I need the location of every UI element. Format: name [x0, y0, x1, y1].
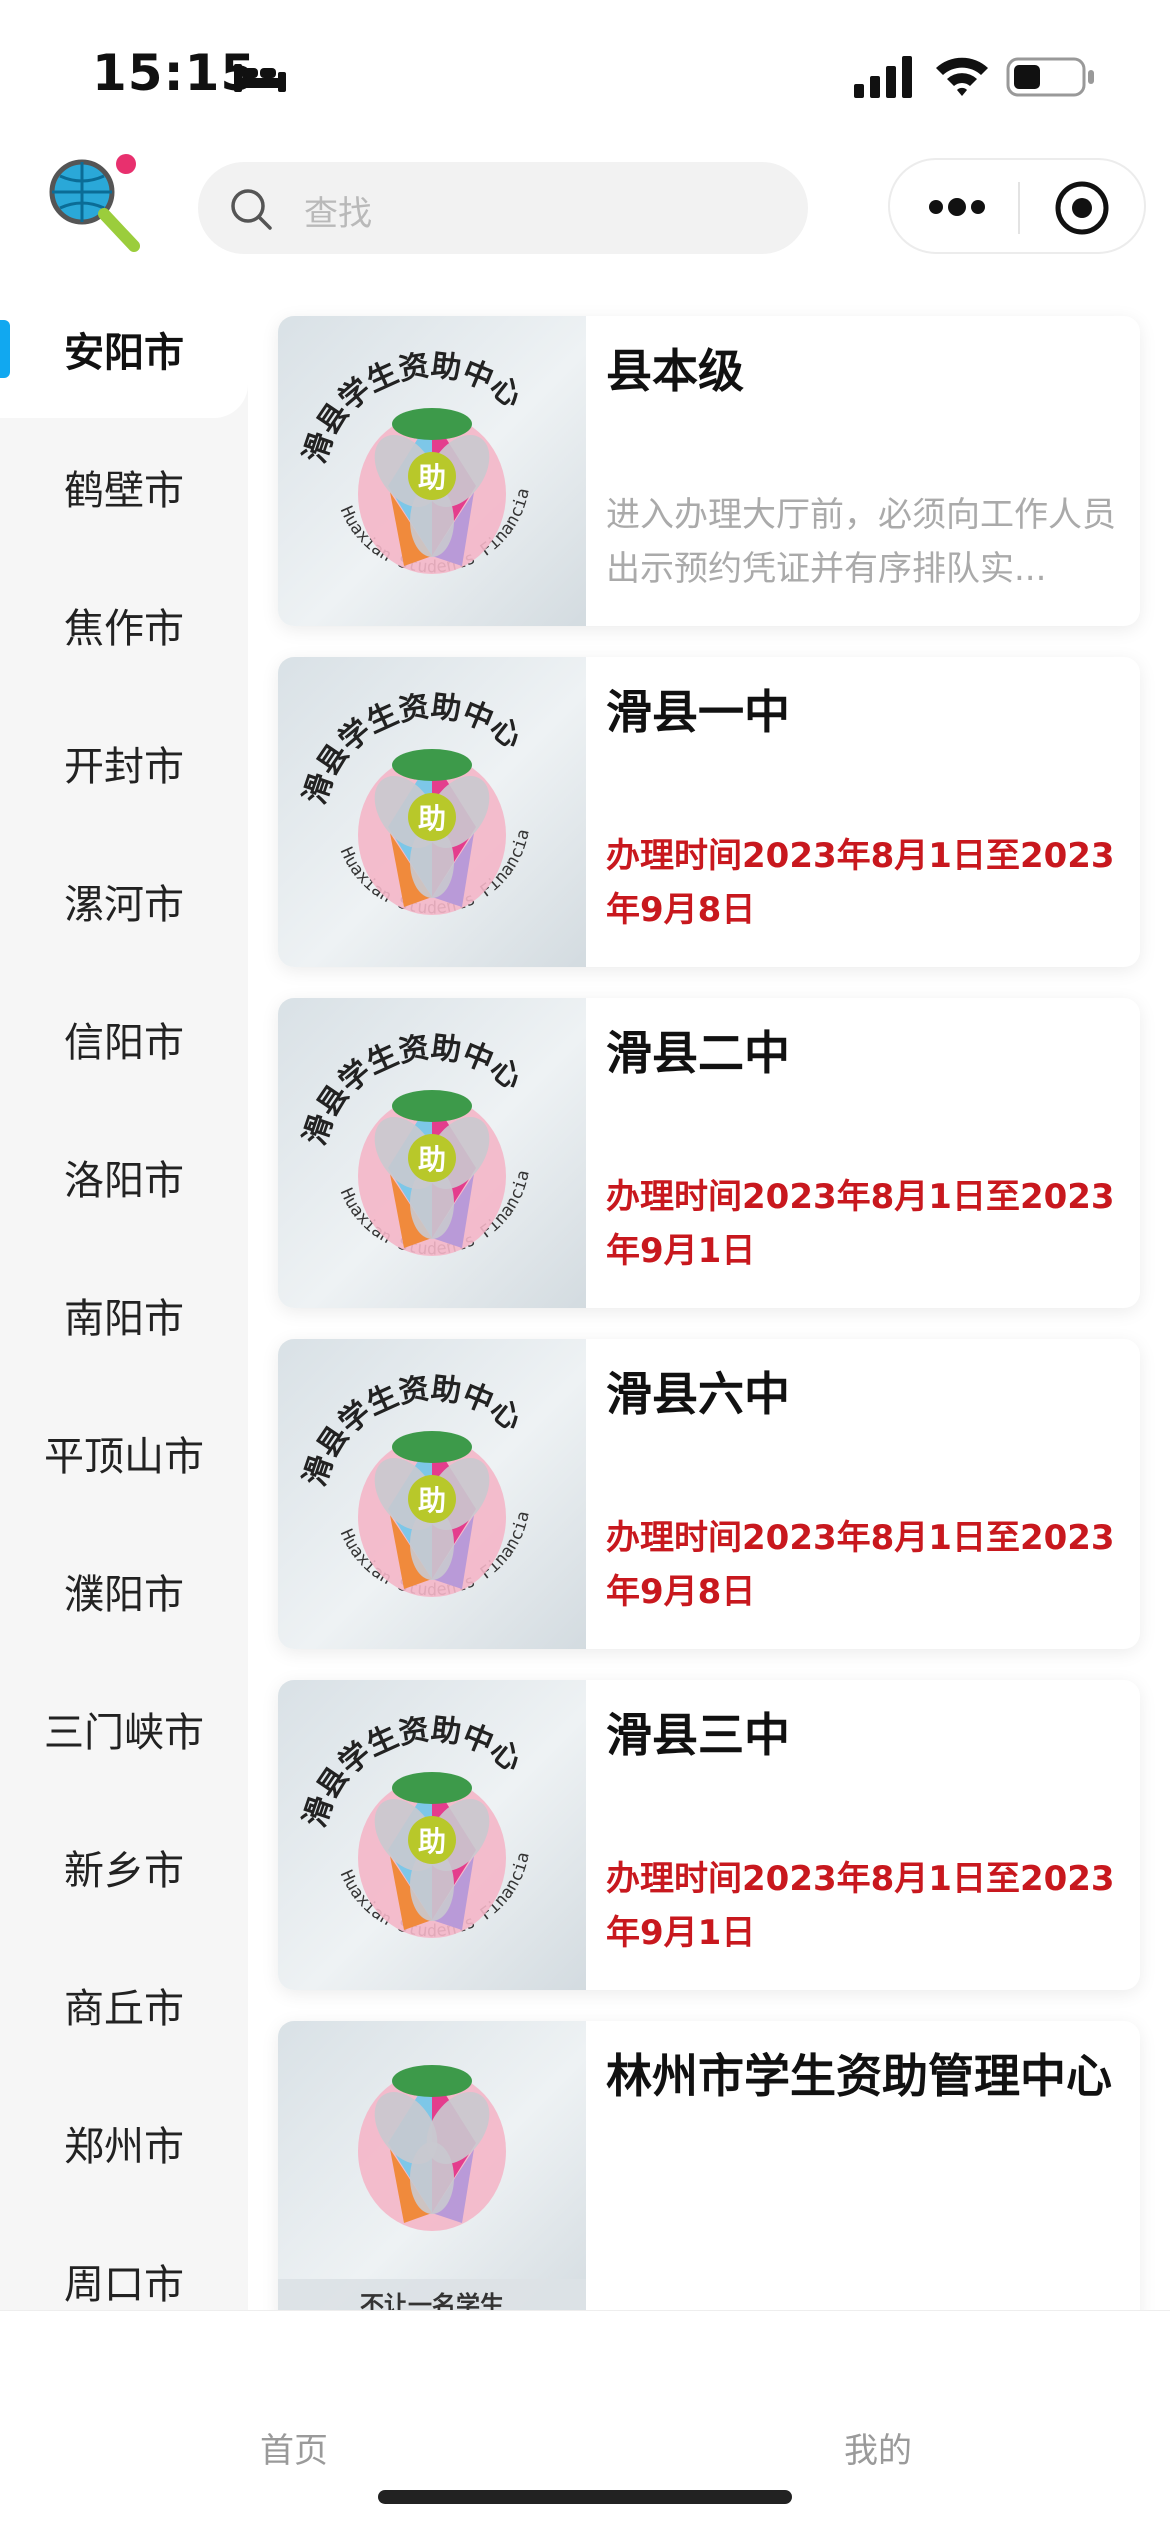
financial-aid-logo-thumbnail: 滑县学生资助中心 Huaxian Students Financial Aid … — [278, 1339, 586, 1649]
linzhou-logo-thumbnail: 不让一名学生 — [278, 2021, 586, 2310]
card-office-hours: 办理时间2023年8月1日至2023年9月8日 — [606, 836, 1115, 930]
mini-program-header: 查找 — [0, 140, 1170, 280]
logo-center-text: 助 — [418, 1484, 446, 1517]
institution-card[interactable]: 滑县学生资助中心 Huaxian Students Financial Aid … — [278, 316, 1140, 626]
tab-home[interactable]: 首页 — [260, 2423, 328, 2472]
sidebar-item-label: 三门峡市 — [44, 1710, 204, 1756]
sidebar-item-label: 周口市 — [64, 2262, 184, 2308]
card-office-hours: 办理时间2023年8月1日至2023年9月1日 — [606, 1859, 1115, 1953]
mini-program-capsule — [888, 158, 1146, 254]
institution-list: 滑县学生资助中心 Huaxian Students Financial Aid … — [248, 280, 1170, 2310]
capsule-divider — [1018, 182, 1020, 234]
sidebar-item-label: 信阳市 — [64, 1020, 184, 1066]
card-title: 林州市学生资助管理中心 — [606, 2049, 1112, 2103]
sidebar-item-label: 新乡市 — [64, 1848, 184, 1894]
sidebar-item-xinyang[interactable]: 信阳市 — [0, 970, 248, 1108]
card-title: 滑县一中 — [606, 685, 790, 739]
sidebar-item-zhoukou[interactable]: 周口市 — [0, 2212, 248, 2310]
search-input[interactable]: 查找 — [198, 162, 808, 254]
sidebar-item-luoyang[interactable]: 洛阳市 — [0, 1108, 248, 1246]
home-indicator[interactable] — [378, 2490, 792, 2504]
financial-aid-emblem-icon: 滑县学生资助中心 Huaxian Students Financial Aid … — [278, 998, 534, 1259]
sidebar-item-zhengzhou[interactable]: 郑州市 — [0, 2074, 248, 2212]
sidebar-item-anyang[interactable]: 安阳市 — [0, 280, 248, 418]
financial-aid-emblem-icon: 滑县学生资助中心 Huaxian Students Financial Aid … — [278, 1680, 534, 1941]
institution-card[interactable]: 滑县学生资助中心 Huaxian Students Financial Aid … — [278, 1680, 1140, 1990]
financial-aid-emblem-icon: 滑县学生资助中心 Huaxian Students Financial Aid … — [278, 657, 534, 918]
sidebar-item-jiaozuo[interactable]: 焦作市 — [0, 556, 248, 694]
card-title: 县本级 — [606, 344, 744, 398]
city-sidebar: 安阳市 鹤壁市 焦作市 开封市 漯河市 信阳市 洛阳市 南阳市 平顶山市 濮阳市… — [0, 280, 248, 2310]
sidebar-item-label: 濮阳市 — [64, 1572, 184, 1618]
sidebar-item-label: 安阳市 — [64, 330, 184, 376]
financial-aid-emblem-icon: 滑县学生资助中心 Huaxian Students Financial Aid … — [278, 316, 534, 577]
active-indicator — [0, 320, 10, 378]
financial-aid-emblem-icon — [358, 2065, 506, 2231]
sidebar-item-puyang[interactable]: 濮阳市 — [0, 1522, 248, 1660]
logo-center-text: 助 — [418, 1143, 446, 1176]
card-description: 进入办理大厅前，必须向工作人员出示预约凭证并有序排队实... — [606, 495, 1116, 589]
tab-mine[interactable]: 我的 — [844, 2423, 912, 2472]
wifi-icon — [936, 57, 988, 96]
logo-center-text: 助 — [418, 1825, 446, 1858]
financial-aid-logo-thumbnail: 滑县学生资助中心 Huaxian Students Financial Aid … — [278, 657, 586, 967]
sidebar-item-kaifeng[interactable]: 开封市 — [0, 694, 248, 832]
sidebar-item-label: 南阳市 — [64, 1296, 184, 1342]
sidebar-item-hebi[interactable]: 鹤壁市 — [0, 418, 248, 556]
card-title: 滑县六中 — [606, 1367, 790, 1421]
financial-aid-logo-thumbnail: 滑县学生资助中心 Huaxian Students Financial Aid … — [278, 316, 586, 626]
card-title: 滑县二中 — [606, 1026, 790, 1080]
logo-center-text: 助 — [418, 802, 446, 835]
sidebar-item-label: 鹤壁市 — [64, 468, 184, 514]
institution-card[interactable]: 不让一名学生 林州市学生资助管理中心 — [278, 2021, 1140, 2310]
institution-card[interactable]: 滑县学生资助中心 Huaxian Students Financial Aid … — [278, 657, 1140, 967]
sidebar-item-shangqiu[interactable]: 商丘市 — [0, 1936, 248, 2074]
search-placeholder: 查找 — [304, 194, 372, 234]
sidebar-item-sanmenxia[interactable]: 三门峡市 — [0, 1660, 248, 1798]
financial-aid-logo-thumbnail: 滑县学生资助中心 Huaxian Students Financial Aid … — [278, 998, 586, 1308]
sidebar-item-label: 开封市 — [64, 744, 184, 790]
card-title: 滑县三中 — [606, 1708, 790, 1762]
thumbnail-caption: 不让一名学生 — [278, 2279, 586, 2310]
sidebar-item-label: 焦作市 — [64, 606, 184, 652]
institution-card[interactable]: 滑县学生资助中心 Huaxian Students Financial Aid … — [278, 1339, 1140, 1649]
card-office-hours: 办理时间2023年8月1日至2023年9月1日 — [606, 1177, 1115, 1271]
sidebar-item-nanyang[interactable]: 南阳市 — [0, 1246, 248, 1384]
sidebar-item-label: 漯河市 — [64, 882, 184, 928]
battery-icon — [1006, 57, 1094, 97]
sidebar-item-label: 洛阳市 — [64, 1158, 184, 1204]
more-options-icon[interactable] — [926, 188, 988, 226]
financial-aid-emblem-icon: 滑县学生资助中心 Huaxian Students Financial Aid … — [278, 1339, 534, 1600]
financial-aid-logo-thumbnail: 滑县学生资助中心 Huaxian Students Financial Aid … — [278, 1680, 586, 1990]
sidebar-item-luohe[interactable]: 漯河市 — [0, 832, 248, 970]
institution-card[interactable]: 滑县学生资助中心 Huaxian Students Financial Aid … — [278, 998, 1140, 1308]
close-mini-program-icon[interactable] — [1054, 180, 1110, 236]
sidebar-item-label: 商丘市 — [64, 1986, 184, 2032]
card-office-hours: 办理时间2023年8月1日至2023年9月8日 — [606, 1518, 1115, 1612]
sidebar-item-label: 郑州市 — [64, 2124, 184, 2170]
globe-magnifier-logo-icon[interactable] — [38, 148, 148, 258]
sidebar-item-xinxiang[interactable]: 新乡市 — [0, 1798, 248, 1936]
status-bar: 15:15 — [0, 0, 1170, 140]
cellular-signal-icon — [854, 56, 912, 98]
sidebar-item-pingdingshan[interactable]: 平顶山市 — [0, 1384, 248, 1522]
sleep-focus-icon — [234, 64, 286, 92]
sidebar-item-label: 平顶山市 — [44, 1434, 204, 1480]
logo-center-text: 助 — [418, 461, 446, 494]
search-icon — [231, 189, 272, 230]
